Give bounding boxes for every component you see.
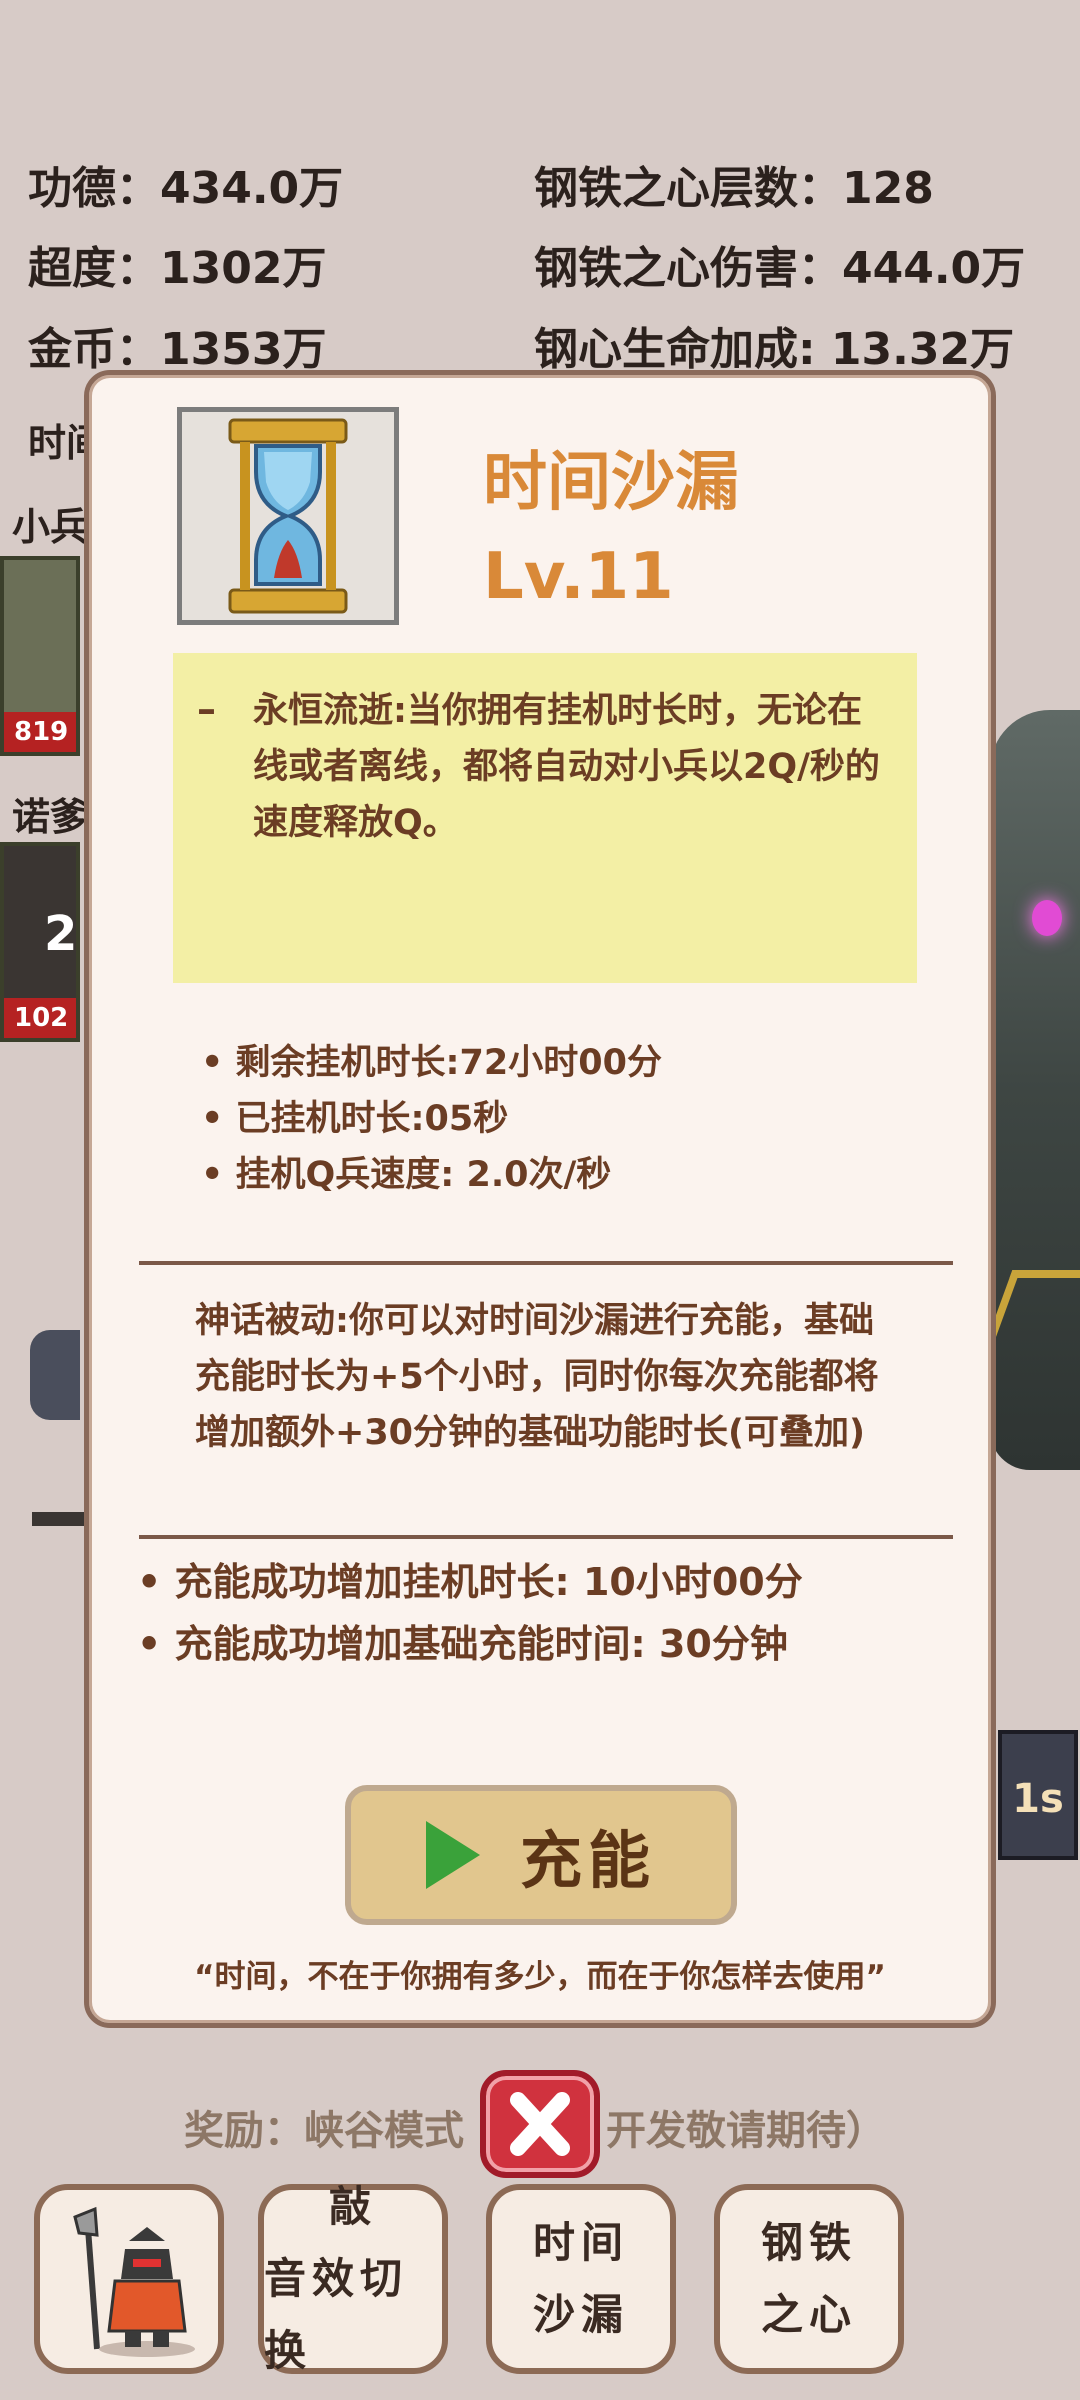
close-button[interactable] [480, 2070, 600, 2178]
tab-sound-line1: 敲 [328, 2182, 377, 2231]
boss-sprite[interactable] [987, 710, 1080, 1470]
elapsed-idle-time: • 已挂机时长:05秒 [201, 1099, 509, 1139]
stat-gold: 金币：1353万 [28, 324, 327, 375]
nuo-level: 2 [44, 906, 78, 962]
reward-left: 奖励：峡谷模式 [184, 2108, 464, 2154]
hourglass-icon-frame [177, 407, 399, 625]
reward-right: 开发敬请期待） [606, 2108, 886, 2154]
charge-stats: • 充能成功增加挂机时长: 10小时00分 • 充能成功增加基础充能时间: 30… [137, 1551, 803, 1675]
tab-sound-line2: 音效切换 [264, 2254, 409, 2375]
modal-quote: “时间，不在于你拥有多少，而在于你怎样去使用” [194, 1959, 886, 1995]
stat-iron-damage: 钢铁之心伤害：444.0万 [534, 243, 1026, 294]
tab-sound-toggle[interactable]: 敲 音效切换 [258, 2182, 448, 2375]
nuo-hp: 102 [4, 998, 76, 1038]
minion-label: 小兵 [12, 505, 89, 549]
minion-hp: 819 [4, 712, 76, 752]
boss-gem [1032, 900, 1062, 936]
stat-transcend: 超度：1302万 [28, 243, 327, 294]
description-box: – 永恒流逝:当你拥有挂机时长时，无论在线或者离线，都将自动对小兵以2Q/秒的速… [173, 653, 917, 983]
modal-title: 时间沙漏 [483, 446, 739, 520]
minion-sprite [30, 1330, 80, 1420]
desc-dash: – [197, 687, 216, 731]
hourglass-modal: 时间沙漏 Lv.11 – 永恒流逝:当你拥有挂机时长时，无论在线或者离线，都将自… [84, 370, 996, 2028]
warrior-icon [73, 2206, 195, 2357]
tab-iron-line1: 钢铁 [760, 2218, 857, 2267]
modal-level: Lv.11 [483, 540, 674, 614]
skill-icon[interactable]: 1s [998, 1730, 1078, 1860]
charge-idle-gain: • 充能成功增加挂机时长: 10小时00分 [137, 1560, 803, 1604]
stat-iron-layers: 钢铁之心层数：128 [534, 163, 934, 214]
close-icon [510, 2092, 570, 2156]
boss-crown [987, 1270, 1080, 1338]
hp-bar [32, 1512, 84, 1526]
tab-hourglass-line2: 沙漏 [532, 2290, 629, 2339]
charge-button-label: 充能 [519, 1824, 656, 1897]
tab-iron-line2: 之心 [760, 2290, 857, 2339]
tab-hourglass[interactable]: 时间 沙漏 [486, 2184, 676, 2374]
tab-hourglass-line1: 时间 [532, 2218, 629, 2267]
charge-base-gain: • 充能成功增加基础充能时间: 30分钟 [137, 1622, 788, 1666]
stat-iron-life: 钢心生命加成: 13.32万 [534, 324, 1015, 375]
charge-button[interactable]: 充能 [345, 1785, 737, 1925]
tab-iron-heart[interactable]: 钢铁 之心 [714, 2184, 904, 2374]
nuo-label: 诺爹 [12, 795, 89, 839]
play-icon [425, 1821, 480, 1889]
nuo-card[interactable]: 2 102 [0, 842, 80, 1042]
remaining-idle-time: • 剩余挂机时长:72小时00分 [201, 1043, 662, 1083]
hero-tab[interactable] [34, 2184, 224, 2374]
myth-passive-text: 神话被动:你可以对时间沙漏进行充能，基础充能时长为+5个小时，同时你每次充能都将… [195, 1301, 879, 1453]
minion-card[interactable]: 819 [0, 556, 80, 756]
stat-merit: 功德：434.0万 [28, 163, 344, 214]
description-text: 永恒流逝:当你拥有挂机时长时，无论在线或者离线，都将自动对小兵以2Q/秒的速度释… [253, 691, 880, 843]
idle-stats: • 剩余挂机时长:72小时00分 • 已挂机时长:05秒 • 挂机Q兵速度: 2… [201, 1035, 662, 1203]
divider-bottom [139, 1535, 953, 1539]
hourglass-icon [228, 418, 348, 614]
divider-top [139, 1261, 953, 1265]
idle-q-speed: • 挂机Q兵速度: 2.0次/秒 [201, 1155, 612, 1195]
